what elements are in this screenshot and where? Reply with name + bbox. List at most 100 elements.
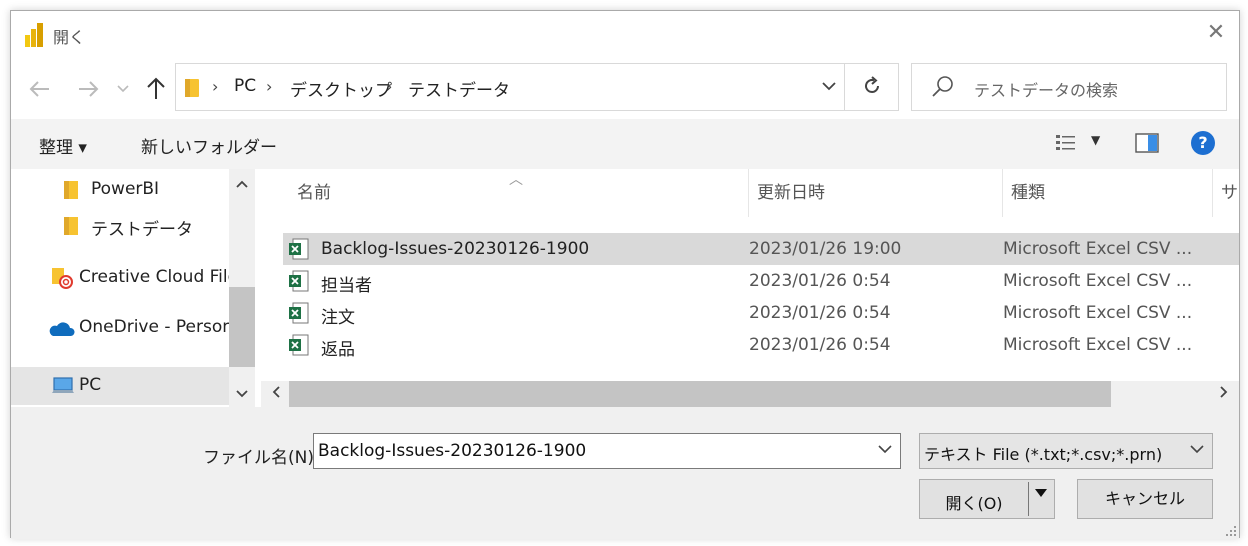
preview-pane-icon[interactable] [1135, 133, 1159, 153]
nav-item-label: テストデータ [91, 220, 193, 240]
column-header-size[interactable]: サイ [1213, 169, 1239, 217]
nav-item-creative-cloud[interactable]: Creative Cloud Files [11, 259, 229, 297]
chevron-down-icon [878, 445, 892, 454]
excel-csv-icon [289, 302, 309, 324]
file-date: 2023/01/26 19:00 [749, 239, 902, 259]
cancel-button[interactable]: キャンセル [1077, 479, 1213, 519]
filename-input[interactable]: Backlog-Issues-20230126-1900 [313, 433, 901, 469]
window-title: 開く [53, 28, 86, 47]
view-options-icon[interactable] [1055, 133, 1077, 153]
navigation-bar: › PC › デスクトップ › テストデータ テストデータの検索 [11, 63, 1239, 115]
excel-csv-icon [289, 270, 309, 292]
file-type: Microsoft Excel CSV ... [1003, 271, 1193, 291]
new-folder-button[interactable]: 新しいフォルダー [141, 133, 277, 158]
folder-icon [64, 217, 78, 235]
back-button[interactable] [23, 69, 57, 109]
column-header-date[interactable]: 更新日時 [749, 169, 1003, 217]
forward-button[interactable] [71, 69, 105, 109]
filename-value[interactable]: Backlog-Issues-20230126-1900 [318, 441, 586, 461]
search-placeholder: テストデータの検索 [974, 81, 1119, 100]
file-row[interactable]: 担当者 2023/01/26 0:54 Microsoft Excel CSV … [283, 265, 1239, 297]
view-dropdown-arrow[interactable]: ▼ [1091, 133, 1100, 147]
caret-down-icon [1035, 489, 1047, 497]
organize-button[interactable]: 整理 ▾ [39, 133, 87, 158]
file-row[interactable]: Backlog-Issues-20230126-1900 2023/01/26 … [283, 233, 1239, 265]
scrollbar-thumb[interactable] [229, 287, 255, 367]
breadcrumb-desktop[interactable]: デスクトップ [290, 76, 392, 101]
scroll-down-button[interactable] [229, 381, 255, 407]
address-history-dropdown[interactable] [822, 76, 836, 95]
file-type: Microsoft Excel CSV ... [1003, 303, 1193, 323]
file-row[interactable]: 注文 2023/01/26 0:54 Microsoft Excel CSV .… [283, 297, 1239, 329]
filetype-select[interactable]: テキスト File (*.txt;*.csv;*.prn) [919, 433, 1213, 469]
scroll-right-button[interactable] [1213, 381, 1235, 407]
close-button[interactable]: ✕ [1193, 11, 1239, 55]
scrollbar-thumb[interactable] [289, 381, 1111, 407]
file-name: 担当者 [321, 276, 372, 296]
chevron-right-icon[interactable]: › [386, 77, 392, 96]
file-list: ︿ 名前 更新日時 種類 サイ Backlog-Issues-20230126-… [261, 169, 1239, 407]
title-bar: 開く ✕ [11, 11, 1239, 59]
chevron-right-icon[interactable]: › [266, 77, 272, 96]
nav-item-label: Creative Cloud Files [79, 267, 229, 287]
arrow-right-icon [79, 81, 99, 97]
pc-icon [52, 377, 74, 393]
scroll-left-button[interactable] [265, 381, 287, 407]
up-button[interactable] [139, 69, 173, 109]
file-date: 2023/01/26 0:54 [749, 303, 891, 323]
chevron-left-icon [272, 386, 280, 398]
excel-csv-icon [289, 334, 309, 356]
navigation-scrollbar[interactable] [229, 169, 255, 407]
chevron-right-icon [1220, 386, 1228, 398]
navigation-pane: PowerBI テストデータ Creative Cloud Files OneD… [11, 169, 257, 407]
split-divider [1028, 482, 1029, 516]
powerbi-icon [25, 23, 43, 47]
nav-item-powerbi[interactable]: PowerBI [11, 171, 229, 209]
folder-icon [64, 181, 78, 199]
address-bar[interactable]: › PC › デスクトップ › テストデータ [175, 63, 845, 111]
file-date: 2023/01/26 0:54 [749, 271, 891, 291]
file-name: Backlog-Issues-20230126-1900 [321, 239, 590, 259]
search-icon [932, 76, 953, 97]
open-button-label: 開く(O) [945, 494, 1003, 513]
folder-icon [185, 79, 199, 97]
nav-item-onedrive[interactable]: OneDrive - Personal [11, 309, 229, 347]
scroll-up-button[interactable] [229, 169, 255, 199]
refresh-icon [864, 76, 879, 93]
file-row[interactable]: 返品 2023/01/26 0:54 Microsoft Excel CSV .… [283, 329, 1239, 361]
onedrive-icon [49, 322, 75, 336]
open-options-dropdown[interactable] [1030, 486, 1052, 502]
breadcrumb-testdata[interactable]: テストデータ [408, 76, 510, 101]
breadcrumb-pc[interactable]: PC [234, 76, 256, 96]
arrow-left-icon [29, 81, 49, 97]
open-button[interactable]: 開く(O) [919, 479, 1055, 519]
arrow-up-icon [147, 77, 165, 99]
resize-grip-icon[interactable] [1225, 525, 1237, 537]
file-type: Microsoft Excel CSV ... [1003, 239, 1193, 259]
nav-item-label: PowerBI [91, 179, 160, 199]
dialog-footer: ファイル名(N): Backlog-Issues-20230126-1900 テ… [11, 407, 1239, 539]
chevron-down-icon [822, 82, 836, 91]
excel-csv-icon [289, 238, 309, 260]
refresh-button[interactable] [845, 63, 899, 111]
filetype-value: テキスト File (*.txt;*.csv;*.prn) [924, 445, 1163, 464]
nav-item-pc[interactable]: PC [11, 367, 229, 405]
file-date: 2023/01/26 0:54 [749, 335, 891, 355]
nav-item-testdata[interactable]: テストデータ [11, 207, 229, 245]
filetype-dropdown[interactable] [1190, 442, 1204, 458]
file-type: Microsoft Excel CSV ... [1003, 335, 1193, 355]
chevron-right-icon: › [212, 77, 219, 96]
filename-history-dropdown[interactable] [878, 442, 892, 458]
file-name: 注文 [321, 308, 355, 328]
command-bar: 整理 ▾ 新しいフォルダー ▼ ? [11, 119, 1239, 169]
help-icon[interactable]: ? [1191, 131, 1215, 155]
column-header-name[interactable]: 名前 [289, 169, 749, 217]
chevron-down-icon [236, 390, 248, 398]
creative-cloud-icon [52, 268, 73, 289]
column-header-type[interactable]: 種類 [1003, 169, 1213, 217]
horizontal-scrollbar[interactable] [261, 381, 1239, 407]
search-box[interactable]: テストデータの検索 [911, 63, 1227, 111]
file-name: 返品 [321, 340, 355, 360]
chevron-down-icon [117, 85, 129, 93]
recent-locations-button[interactable] [113, 69, 133, 109]
